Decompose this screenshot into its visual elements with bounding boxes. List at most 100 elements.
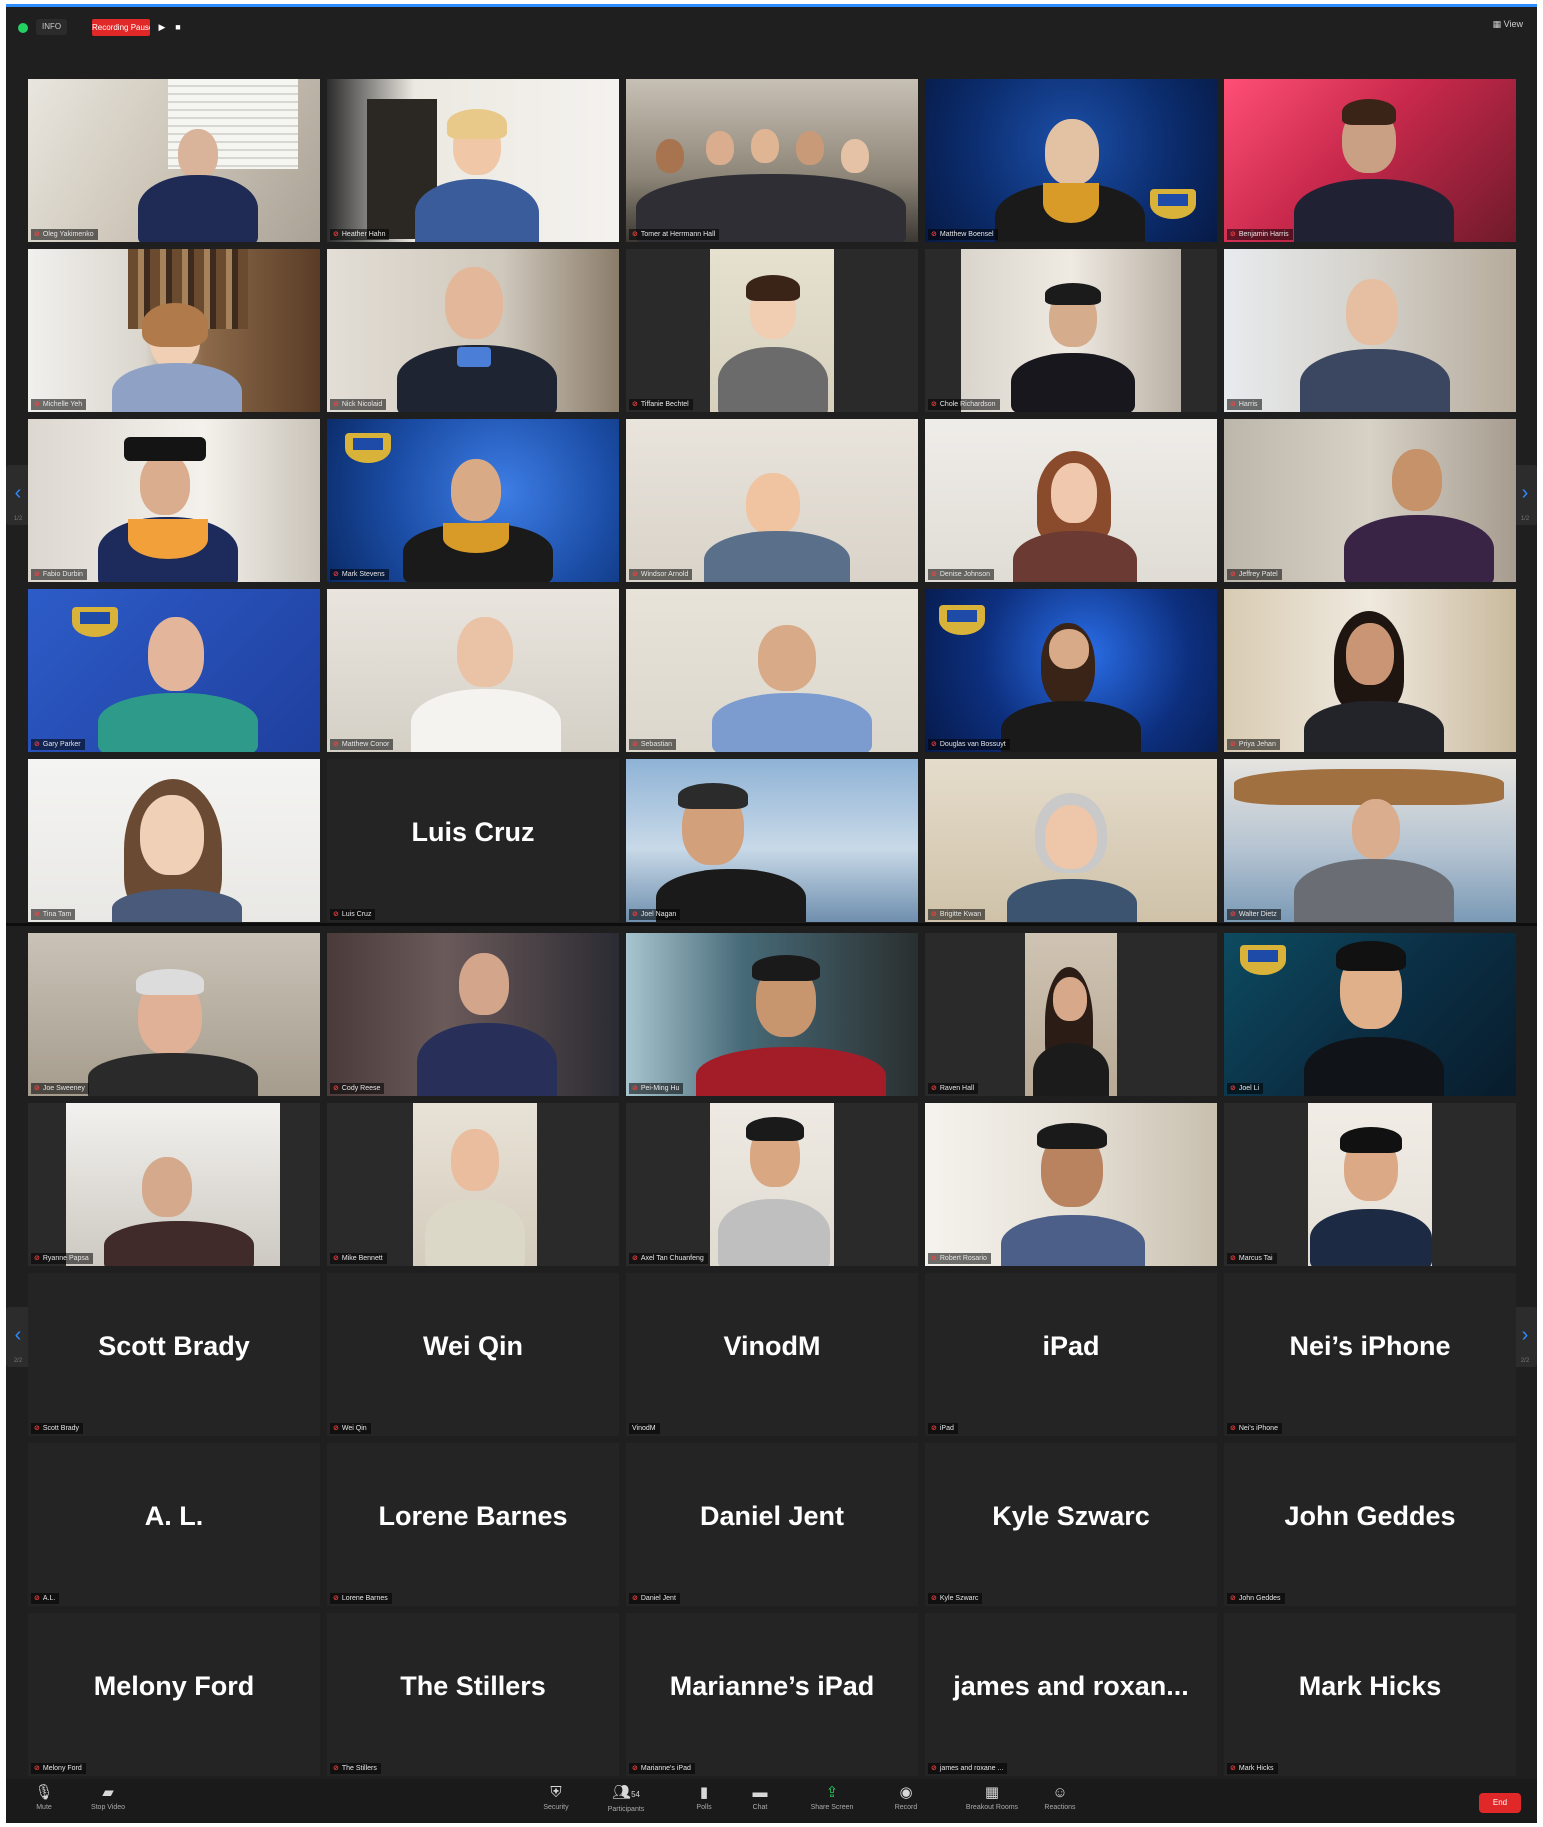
video-tile[interactable]: Kyle Szwarc ⊘ Kyle Szwarc [925, 1443, 1217, 1606]
video-tile[interactable]: ⊘ Joel Nagan [626, 759, 918, 922]
video-tile[interactable]: The Stillers ⊘ The Stillers [327, 1613, 619, 1776]
meeting-info-button[interactable]: INFO [36, 19, 68, 35]
record-label: Record [894, 1804, 918, 1811]
video-tile[interactable]: ⊘ Joe Sweeney [28, 933, 320, 1096]
play-icon[interactable]: ▶ [156, 21, 168, 33]
video-tile[interactable]: ⊘ Michelle Yeh [28, 249, 320, 412]
encryption-shield-icon[interactable] [18, 23, 28, 33]
video-tile[interactable]: ⊘ Harris [1224, 249, 1516, 412]
end-meeting-button[interactable]: End [1479, 1793, 1521, 1813]
mic-muted-icon: ⊘ [931, 1595, 937, 1602]
participant-name-label: ⊘ Chole Richardson [928, 399, 1000, 410]
mute-button[interactable]: 🎙︎ Mute [14, 1783, 74, 1813]
participant-name-label: ⊘ james and roxane ... [928, 1763, 1008, 1774]
video-tile[interactable]: ⊘ Brigitte Kwan [925, 759, 1217, 922]
participant-display-name: Melony Ford [93, 1671, 255, 1701]
video-tile[interactable]: ⊘ Raven Hall [925, 933, 1217, 1096]
mic-muted-icon: ⊘ [931, 1765, 937, 1772]
polls-label: Polls [696, 1804, 712, 1811]
video-tile[interactable]: ⊘ Ryanne Papsa [28, 1103, 320, 1266]
video-tile[interactable]: ⊘ Sebastian [626, 589, 918, 752]
video-tile[interactable]: ⊘ Priya Jehan [1224, 589, 1516, 752]
stop-icon[interactable]: ■ [172, 21, 184, 33]
video-tile[interactable]: james and roxan... ⊘ james and roxane ... [925, 1613, 1217, 1776]
participants-button[interactable]: 👥︎54 Participants [596, 1783, 656, 1815]
video-tile[interactable]: ⊘ Tomer at Herrmann Hall [626, 79, 918, 242]
video-tile[interactable]: Wei Qin ⊘ Wei Qin [327, 1273, 619, 1436]
mic-muted-icon: ⊘ [333, 401, 339, 408]
participant-name-label: ⊘ Oleg Yakimenko [31, 229, 98, 240]
video-tile[interactable]: Scott Brady ⊘ Scott Brady [28, 1273, 320, 1436]
video-tile[interactable]: ⊘ Matthew Conor [327, 589, 619, 752]
video-tile[interactable]: ⊘ Denise Johnson [925, 419, 1217, 582]
video-tile[interactable]: John Geddes ⊘ John Geddes [1224, 1443, 1516, 1606]
mic-muted-icon: ⊘ [34, 741, 40, 748]
video-tile[interactable]: ⊘ Tiffanie Bechtel [626, 249, 918, 412]
mic-muted-icon: ⊘ [632, 1595, 638, 1602]
video-tile[interactable]: ⊘ Douglas van Bossuyt [925, 589, 1217, 752]
next-page-button[interactable]: › 1/2 [1513, 465, 1537, 525]
share-screen-button[interactable]: ⇪ Share Screen [792, 1783, 872, 1813]
video-camera-icon: ▰ [102, 1784, 114, 1801]
video-tile[interactable]: A. L. ⊘ A.L. [28, 1443, 320, 1606]
view-button[interactable]: ▦ View [1493, 19, 1523, 30]
video-tile[interactable]: ⊘ Oleg Yakimenko [28, 79, 320, 242]
video-tile[interactable]: ⊘ Fabio Durbin [28, 419, 320, 582]
video-tile[interactable]: Nei’s iPhone ⊘ Nei's iPhone [1224, 1273, 1516, 1436]
chat-bubble-icon: ▬ [752, 1784, 768, 1801]
video-tile[interactable]: ⊘ Jeffrey Patel [1224, 419, 1516, 582]
previous-page-button[interactable]: ‹ 1/2 [6, 465, 30, 525]
video-tile[interactable]: Mark Hicks ⊘ Mark Hicks [1224, 1613, 1516, 1776]
recording-status-badge: Recording Paused [92, 19, 150, 36]
mic-muted-icon: ⊘ [1230, 1085, 1236, 1092]
security-button[interactable]: ⛨ Security [526, 1783, 586, 1813]
video-tile[interactable]: iPad ⊘ iPad [925, 1273, 1217, 1436]
participant-name-label: ⊘ Heather Hahn [330, 229, 390, 240]
video-tile[interactable]: ⊘ Tina Tam [28, 759, 320, 922]
chat-button[interactable]: ▬ Chat [730, 1783, 790, 1813]
shield-icon: ⛨ [550, 1784, 562, 1801]
video-tile[interactable]: ⊘ Benjamin Harris [1224, 79, 1516, 242]
record-icon: ◉ [899, 1784, 913, 1801]
video-tile[interactable]: ⊘ Mike Bennett [327, 1103, 619, 1266]
video-tile[interactable]: ⊘ Robert Rosario [925, 1103, 1217, 1266]
video-tile[interactable]: Lorene Barnes ⊘ Lorene Barnes [327, 1443, 619, 1606]
video-tile[interactable]: ⊘ Chole Richardson [925, 249, 1217, 412]
chevron-right-icon: › [1521, 482, 1529, 504]
video-tile[interactable]: Luis Cruz ⊘ Luis Cruz [327, 759, 619, 922]
polls-button[interactable]: ▮ Polls [674, 1783, 734, 1813]
video-tile[interactable]: ⊘ Windsor Arnold [626, 419, 918, 582]
video-tile[interactable]: ⊘ Walter Dietz [1224, 759, 1516, 922]
next-page-button[interactable]: › 2/2 [1513, 1307, 1537, 1367]
video-tile[interactable]: ⊘ Gary Parker [28, 589, 320, 752]
mic-muted-icon: ⊘ [931, 401, 937, 408]
record-button[interactable]: ◉ Record [876, 1783, 936, 1813]
video-tile[interactable]: Melony Ford ⊘ Melony Ford [28, 1613, 320, 1776]
mic-muted-icon: ⊘ [34, 1765, 40, 1772]
video-tile[interactable]: Marianne’s iPad ⊘ Marianne's iPad [626, 1613, 918, 1776]
video-tile[interactable]: ⊘ Mark Stevens [327, 419, 619, 582]
breakout-rooms-button[interactable]: ▦ Breakout Rooms [952, 1783, 1032, 1813]
participant-name-label: ⊘ Tina Tam [31, 909, 76, 920]
participant-name-label: ⊘ Marcus Tai [1227, 1253, 1277, 1264]
video-tile[interactable]: ⊘ Marcus Tai [1224, 1103, 1516, 1266]
video-tile[interactable]: ⊘ Cody Reese [327, 933, 619, 1096]
mic-muted-icon: ⊘ [1230, 231, 1236, 238]
mic-muted-icon: ⊘ [333, 1085, 339, 1092]
participant-display-name: Lorene Barnes [378, 1501, 568, 1531]
participant-name-label: ⊘ Robert Rosario [928, 1253, 991, 1264]
participant-name-label: ⊘ Joel Nagan [629, 909, 681, 920]
reactions-button[interactable]: ☺ Reactions [1030, 1783, 1090, 1813]
video-tile[interactable]: ⊘ Nick Nicolaid [327, 249, 619, 412]
previous-page-button[interactable]: ‹ 2/2 [6, 1307, 30, 1367]
video-tile[interactable]: ⊘ Heather Hahn [327, 79, 619, 242]
video-tile[interactable]: ⊘ Axel Tan Chuanfeng [626, 1103, 918, 1266]
video-tile[interactable]: ⊘ Joel Li [1224, 933, 1516, 1096]
stop-video-button[interactable]: ▰ Stop Video [78, 1783, 138, 1813]
video-tile[interactable]: VinodM VinodM [626, 1273, 918, 1436]
participant-name-label: ⊘ Fabio Durbin [31, 569, 87, 580]
video-tile[interactable]: ⊘ Pei-Ming Hu [626, 933, 918, 1096]
video-tile[interactable]: Daniel Jent ⊘ Daniel Jent [626, 1443, 918, 1606]
video-tile[interactable]: ⊘ Matthew Boensel [925, 79, 1217, 242]
participant-name-label: ⊘ Douglas van Bossuyt [928, 739, 1010, 750]
